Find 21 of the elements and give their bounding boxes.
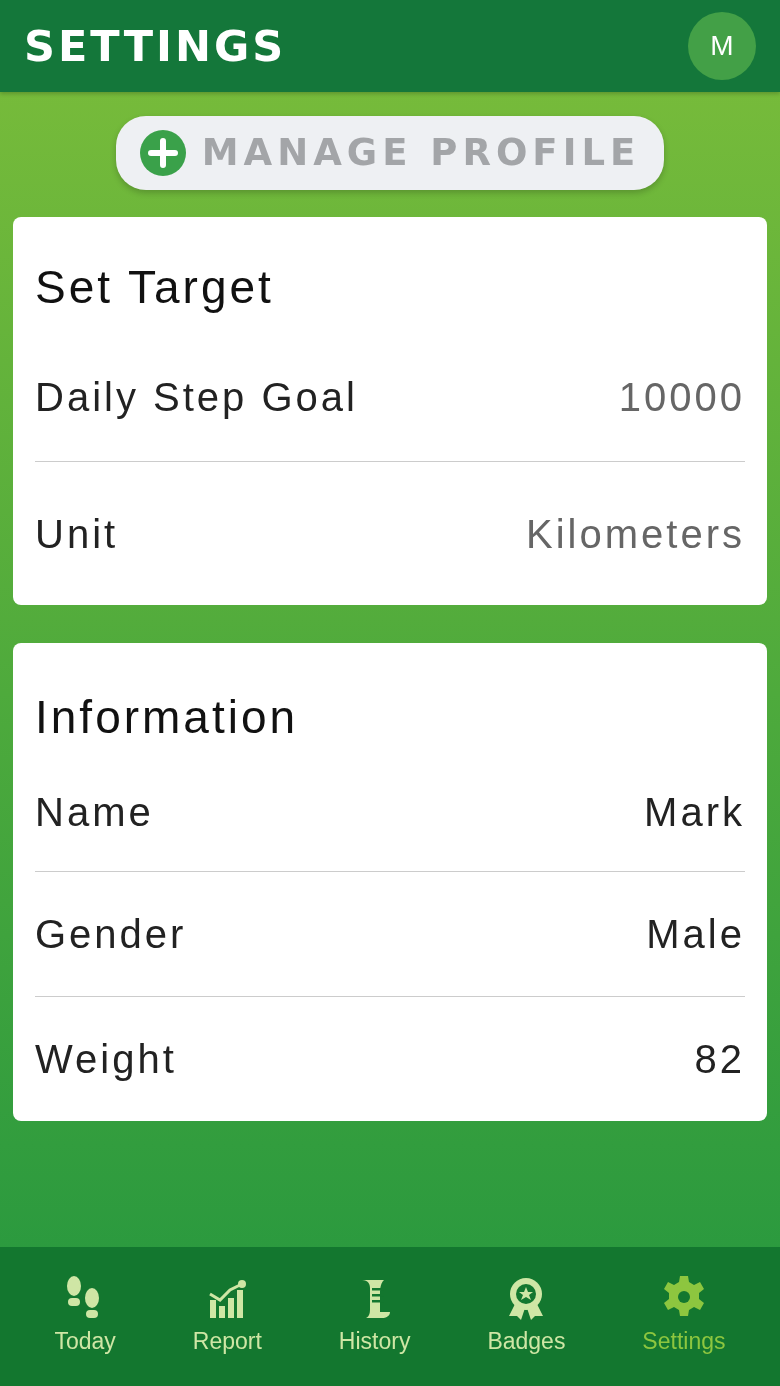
setting-value: Male — [646, 911, 745, 958]
setting-value: Mark — [644, 788, 745, 836]
nav-tab[interactable]: Settings — [642, 1274, 726, 1359]
nav-tab[interactable]: History — [338, 1274, 411, 1359]
avatar-button[interactable]: M — [688, 12, 756, 80]
setting-label: Gender — [35, 911, 187, 958]
nav-tab[interactable]: Badges — [487, 1274, 566, 1359]
setting-value: 82 — [694, 1036, 745, 1083]
setting-value: Kilometers — [526, 510, 745, 558]
nav-tab[interactable]: Report — [192, 1274, 262, 1359]
section-title: Information — [35, 690, 300, 745]
setting-label: Daily Step Goal — [35, 373, 358, 421]
manage-profile-button[interactable]: MANAGE PROFILE — [115, 116, 665, 190]
setting-label: Name — [35, 788, 154, 836]
plus-icon — [139, 130, 186, 176]
page-title: SETTINGS — [24, 19, 287, 73]
section-title: Set Target — [35, 260, 275, 315]
setting-label: Weight — [35, 1036, 177, 1083]
setting-label: Unit — [35, 510, 119, 558]
setting-value: 10000 — [618, 373, 745, 421]
nav-tab[interactable]: Today — [54, 1274, 116, 1359]
